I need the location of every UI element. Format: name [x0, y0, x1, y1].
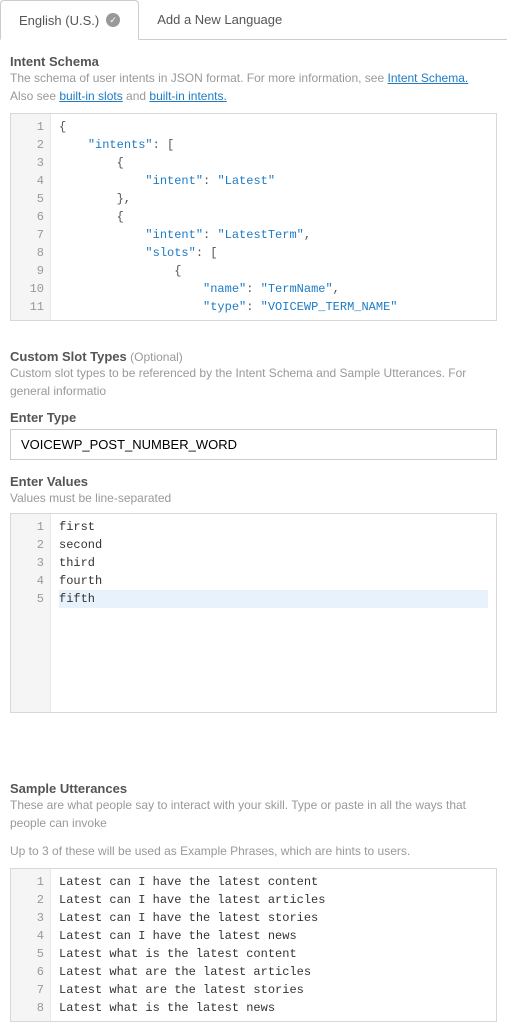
custom-slot-desc: Custom slot types to be referenced by th… — [10, 364, 497, 400]
utterances-section: Sample Utterances These are what people … — [0, 781, 507, 1022]
slot-values-editor[interactable]: 12345 firstsecondthirdfourthfifth — [10, 513, 497, 713]
values-desc: Values must be line-separated — [10, 491, 497, 505]
optional-label: (Optional) — [127, 350, 183, 364]
intent-schema-desc: The schema of user intents in JSON forma… — [10, 69, 497, 105]
intent-schema-editor[interactable]: 1234567891011 { "intents": [ { "intent":… — [10, 113, 497, 321]
values-content[interactable]: firstsecondthirdfourthfifth — [51, 514, 496, 712]
enter-values-label: Enter Values — [10, 474, 497, 489]
tab-english[interactable]: English (U.S.) ✓ — [0, 0, 139, 40]
enter-type-label: Enter Type — [10, 410, 497, 425]
utterances-hint: Up to 3 of these will be used as Example… — [10, 842, 497, 860]
line-gutter: 12345 — [11, 514, 51, 712]
custom-slot-title-row: Custom Slot Types (Optional) — [10, 349, 497, 364]
desc-text2: Also see — [10, 89, 59, 103]
line-gutter: 12345678 — [11, 869, 51, 1021]
intent-schema-section: Intent Schema The schema of user intents… — [0, 54, 507, 321]
line-gutter: 1234567891011 — [11, 114, 51, 320]
intent-schema-link[interactable]: Intent Schema. — [387, 71, 468, 85]
utterances-desc: These are what people say to interact wi… — [10, 796, 497, 832]
tab-english-label: English (U.S.) — [19, 13, 99, 28]
builtin-slots-link[interactable]: built-in slots — [59, 89, 122, 103]
check-icon: ✓ — [106, 13, 120, 27]
utterances-editor[interactable]: 12345678 Latest can I have the latest co… — [10, 868, 497, 1022]
desc-mid: and — [123, 89, 150, 103]
utterances-content[interactable]: Latest can I have the latest contentLate… — [51, 869, 496, 1021]
custom-slot-section: Custom Slot Types (Optional) Custom slot… — [0, 349, 507, 713]
builtin-intents-link[interactable]: built-in intents. — [149, 89, 226, 103]
intent-schema-title: Intent Schema — [10, 54, 497, 69]
tab-add-language[interactable]: Add a New Language — [139, 0, 300, 39]
slot-type-input[interactable] — [10, 429, 497, 460]
desc-text: The schema of user intents in JSON forma… — [10, 71, 387, 85]
language-tabs: English (U.S.) ✓ Add a New Language — [0, 0, 507, 40]
utterances-title: Sample Utterances — [10, 781, 497, 796]
code-content[interactable]: { "intents": [ { "intent": "Latest" }, {… — [51, 114, 496, 320]
tab-add-label: Add a New Language — [157, 12, 282, 27]
custom-slot-title: Custom Slot Types — [10, 349, 127, 364]
